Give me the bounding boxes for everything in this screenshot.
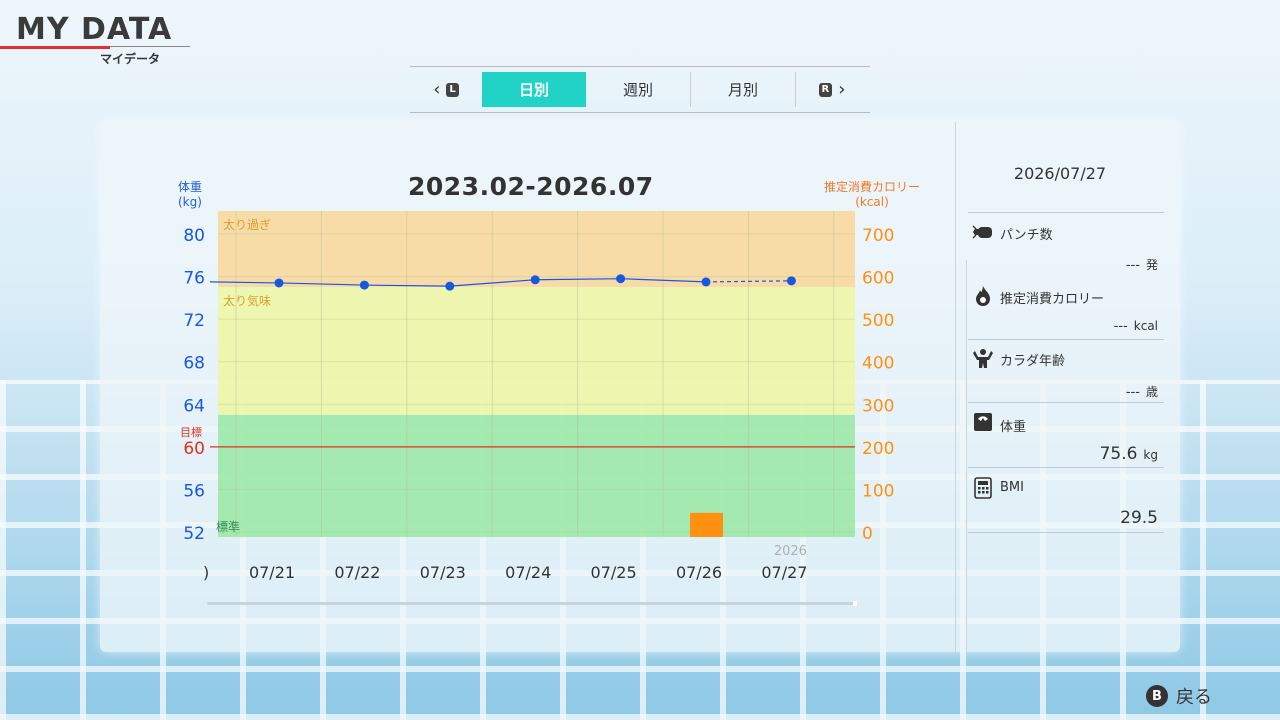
- right-axis-tick: 500: [862, 311, 894, 331]
- stat-calories: 推定消費カロリー --- kcal: [968, 275, 1166, 340]
- zone-label: 太り気味: [223, 293, 271, 308]
- stat-divider: [968, 402, 1164, 403]
- stat-divider: [968, 532, 1164, 533]
- left-axis-tick: 60: [183, 439, 205, 459]
- category-label-partial: ): [203, 563, 209, 582]
- stat-unit: kg: [1143, 448, 1158, 462]
- weight-point: [701, 277, 711, 287]
- stat-label: 体重: [1000, 420, 1027, 435]
- zone-band: [218, 414, 855, 537]
- stat-value-text: ---: [1113, 319, 1128, 334]
- right-axis-tick: 600: [862, 269, 894, 289]
- stat-unit: 発: [1145, 258, 1158, 272]
- right-axis-tick: 0: [862, 524, 873, 544]
- stat-label: BMI: [1000, 480, 1024, 495]
- left-axis-tick: 68: [183, 354, 205, 374]
- right-axis-tick: 100: [862, 481, 894, 501]
- scale-icon: [972, 411, 994, 433]
- right-axis-tick: 200: [862, 439, 894, 459]
- stat-value-text: 75.6: [1099, 444, 1138, 464]
- back-label: 戻る: [1176, 687, 1212, 708]
- stat-bmi: BMI 29.5: [968, 470, 1166, 534]
- category-label: 07/23: [420, 563, 466, 582]
- right-axis-tick: 400: [862, 354, 894, 374]
- stat-value-text: ---: [1125, 258, 1140, 273]
- category-label: 07/24: [505, 563, 551, 582]
- weight-point: [274, 278, 284, 288]
- category-label: 07/21: [249, 563, 295, 582]
- stat-label: 推定消費カロリー: [1000, 292, 1105, 307]
- stat-divider: [968, 467, 1164, 468]
- muscle-figure-icon: [972, 347, 994, 369]
- right-axis-tick: 300: [862, 396, 894, 416]
- weight-point: [445, 281, 455, 291]
- category-label: 07/27: [761, 563, 807, 582]
- stat-weight: 体重 75.6 kg: [968, 404, 1166, 468]
- zone-band: [218, 287, 855, 415]
- selected-date: 2026/07/27: [1013, 164, 1107, 183]
- stat-unit: 歳: [1145, 385, 1158, 399]
- stat-label: パンチ数: [1000, 228, 1053, 243]
- stat-value: --- kcal: [1114, 319, 1158, 334]
- category-label: 07/26: [676, 563, 722, 582]
- left-axis-tick: 72: [183, 311, 205, 331]
- year-label: 2026: [774, 544, 807, 559]
- weight-point: [359, 280, 369, 290]
- weight-point: [530, 275, 540, 285]
- category-label: 07/22: [334, 563, 380, 582]
- stat-divider: [968, 212, 1164, 213]
- stat-value-text: 29.5: [1120, 508, 1158, 528]
- weight-point: [616, 274, 626, 284]
- stat-value-text: ---: [1125, 385, 1140, 400]
- left-axis-tick: 64: [183, 396, 205, 416]
- scroll-thumb[interactable]: [853, 601, 857, 606]
- stat-value: --- 発: [1126, 256, 1158, 273]
- stat-label: カラダ年齢: [1000, 354, 1066, 369]
- stat-body-age: カラダ年齢 --- 歳: [968, 338, 1166, 403]
- right-axis-tick: 700: [862, 226, 894, 246]
- stat-punch-count: パンチ数 --- 発: [968, 212, 1166, 273]
- back-button[interactable]: B 戻る: [1146, 683, 1212, 709]
- left-axis-tick: 56: [183, 481, 205, 501]
- left-axis-tick: 80: [183, 226, 205, 246]
- b-button-badge: B: [1146, 685, 1168, 707]
- category-label: 07/25: [591, 563, 637, 582]
- stat-value: 75.6 kg: [1100, 444, 1158, 464]
- stat-value: 29.5: [1120, 508, 1158, 528]
- calorie-bar: [690, 512, 723, 537]
- zone-label: 太り過ぎ: [223, 217, 271, 232]
- left-axis-tick: 76: [183, 269, 205, 289]
- stat-value: --- 歳: [1126, 383, 1158, 400]
- calculator-icon: [972, 477, 994, 499]
- weight-point: [786, 276, 796, 286]
- chart-scrollbar[interactable]: [207, 601, 857, 606]
- stat-unit: kcal: [1133, 319, 1158, 333]
- flame-icon: [972, 285, 994, 307]
- left-axis-tick: 52: [183, 524, 205, 544]
- boxing-glove-icon: [972, 222, 994, 244]
- goal-label: 目標: [180, 425, 202, 439]
